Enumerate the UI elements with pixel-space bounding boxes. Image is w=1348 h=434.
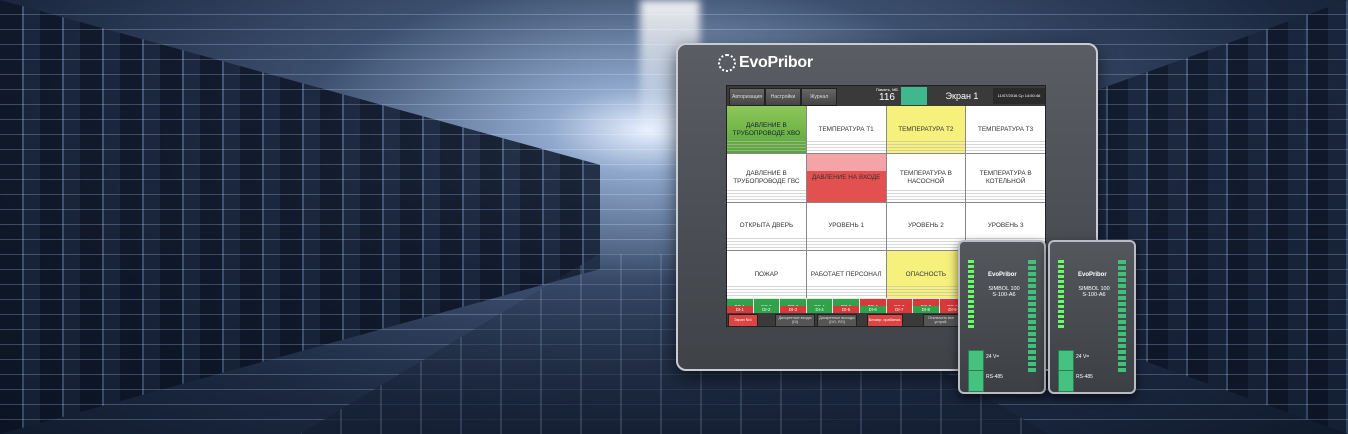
screen-no-button[interactable]: Экран №1 [728,314,758,326]
top-bar: Авторизация Настройки Журнал Память, МБ 1… [727,86,1045,106]
module-voltage: 24 V= [1076,354,1090,360]
module-terminals [1028,258,1038,374]
module-brand: EvoPribor [988,272,1017,278]
module-name: SIMBOL 100 S-100-A6 [1078,286,1110,298]
di-indicator: DI-3 [780,306,806,313]
di-indicator: DI-2 [753,306,780,313]
module-name: SIMBOL 100 S-100-A6 [988,286,1020,298]
di-indicator: DI-1 [727,306,753,313]
tile[interactable]: ТЕМПЕРАТУРА В НАСОСНОЙ [886,154,966,202]
auth-button[interactable]: Авторизация [729,88,765,106]
di-indicator: DI-7 [886,306,913,313]
settings-button[interactable]: Настройки [765,88,801,106]
block-button[interactable]: Блокир. срабатыв. [867,314,903,326]
module-rs485: RS-485 [986,374,1003,380]
tile[interactable]: ТЕМПЕРАТУРА В КОТЕЛЬНОЙ [966,154,1045,202]
tile[interactable]: ПОЖАР [727,250,806,298]
power-connector [968,350,984,372]
tile[interactable]: ДАВЛЕНИЕ НА ВХОДЕ [806,154,886,202]
io-module-1: EvoPribor SIMBOL 100 S-100-A6 24 V= RS-48… [958,240,1046,394]
logo-dots-icon [718,54,736,72]
io-module-2: EvoPribor SIMBOL 100 S-100-A6 24 V= RS-48… [1048,240,1136,394]
module-brand: EvoPribor [1078,272,1107,278]
module-rs485: RS-485 [1076,374,1093,380]
di-indicator: DI-5 [833,306,859,313]
module-leds [1058,258,1068,330]
memory-indicator: Память, МБ 116 [875,87,899,103]
tile[interactable]: УРОВЕНЬ 1 [806,202,886,250]
rs485-connector [1058,370,1074,392]
tile[interactable]: ТЕМПЕРАТУРА Т1 [806,106,886,154]
datetime: 11/07/2016 Ср 14:50:46 [993,88,1045,104]
tile[interactable]: ДАВЛЕНИЕ В ТРУБОПРОВОДЕ ГВС [727,154,806,202]
tile[interactable]: РАБОТАЕТ ПЕРСОНАЛ [806,250,886,298]
rs485-connector [968,370,984,392]
di-indicator: DI-8 [913,306,939,313]
tile[interactable]: ОТКРЫТА ДВЕРЬ [727,202,806,250]
tile[interactable]: ТЕМПЕРАТУРА Т3 [966,106,1045,154]
di-indicator: DI-6 [859,306,886,313]
screen-title: Экран 1 [945,91,979,101]
tile[interactable]: ДАВЛЕНИЕ В ТРУБОПРОВОДЕ ХВО [727,106,806,154]
network-indicator [901,87,927,105]
tile[interactable]: ОПАСНОСТЬ [886,250,966,298]
do-button[interactable]: Дискретные выходы (DO, RO) [817,314,857,326]
module-terminals [1118,258,1128,374]
tile[interactable]: ТЕМПЕРАТУРА Т2 [886,106,966,154]
module-voltage: 24 V= [986,354,1000,360]
brand-logo: EvoPribor [718,54,813,72]
off-button[interactable]: Отключить все устрой. [923,314,959,326]
di-indicator: DI-4 [806,306,833,313]
power-connector [1058,350,1074,372]
background-datacenter [0,0,1348,434]
journal-button[interactable]: Журнал [801,88,837,106]
di-button[interactable]: Дискретные входы (DI) [775,314,815,326]
tile[interactable]: УРОВЕНЬ 2 [886,202,966,250]
module-leds [968,258,978,330]
